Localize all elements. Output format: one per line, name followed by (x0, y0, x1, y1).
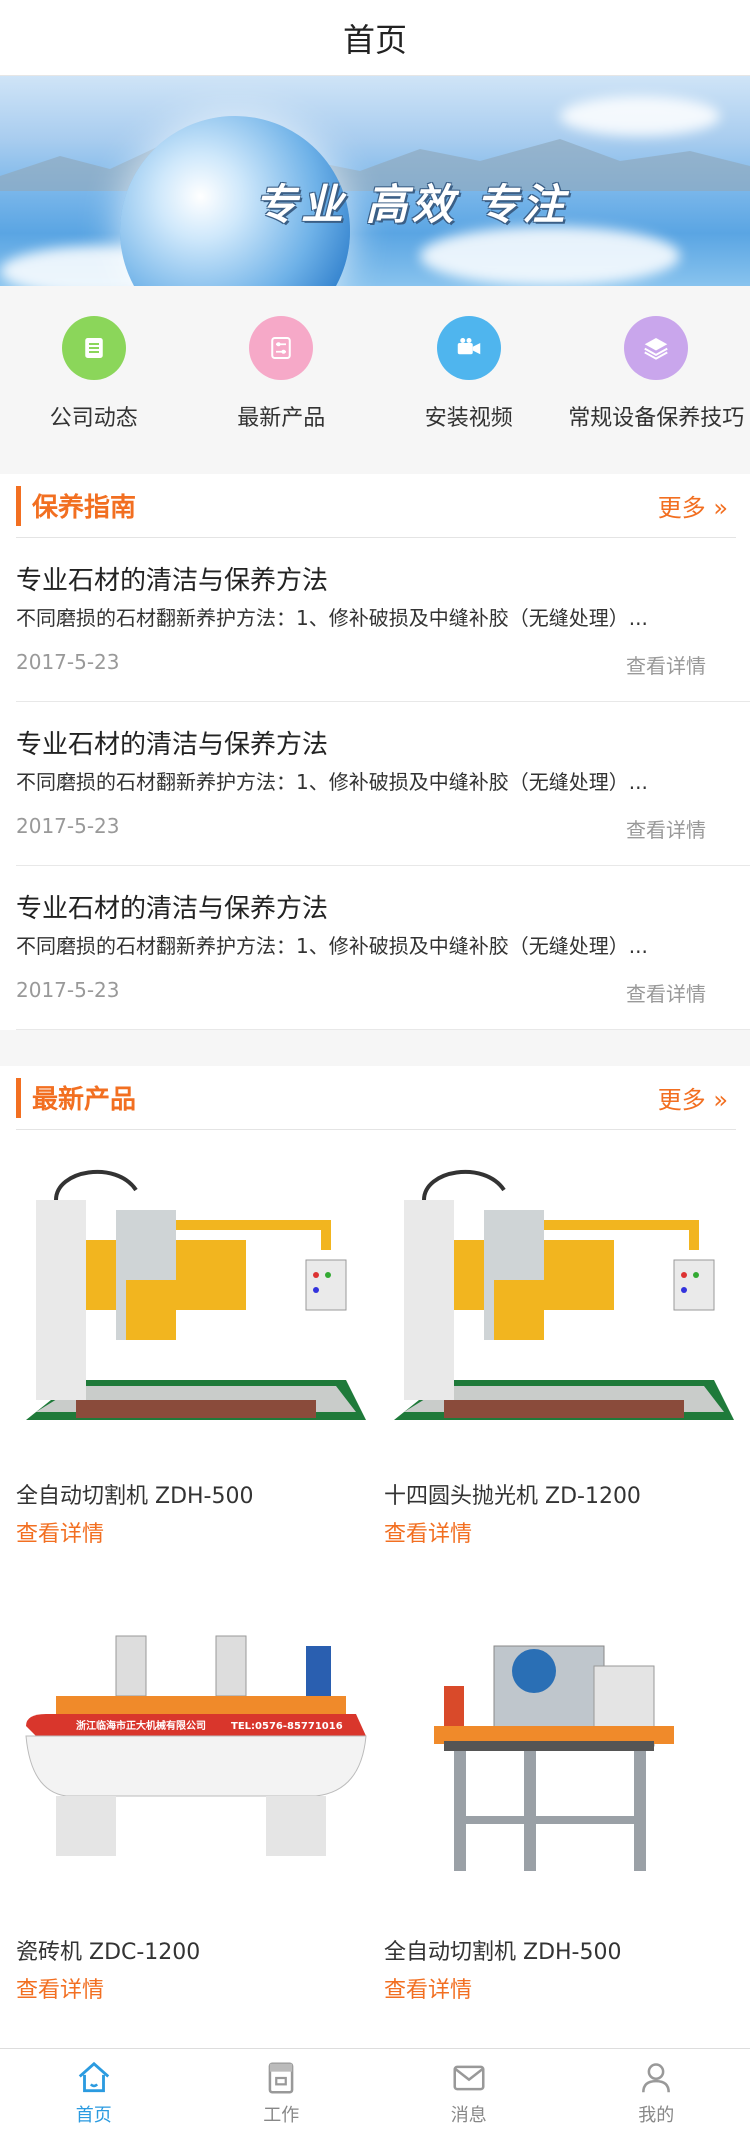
mail-icon (453, 2065, 485, 2091)
quicknav-item-maintenance[interactable]: 常规设备保养技巧 (563, 286, 750, 474)
article-detail-link[interactable]: 查看详情 (626, 650, 706, 679)
quick-nav: 公司动态 最新产品 安装视频 常规设备保养技巧 (0, 286, 750, 474)
quicknav-label: 常规设备保养技巧 (568, 406, 745, 431)
article-date: 2017-5-23 (16, 650, 120, 674)
list-icon (61, 316, 126, 380)
article-date: 2017-5-23 (16, 814, 120, 838)
top-bar: 首页 (0, 0, 750, 76)
product-card[interactable]: 全自动切割机 ZDH-500 查看详情 (384, 1606, 736, 2004)
section-title: 最新产品 (32, 1085, 137, 1115)
article-summary: 不同磨损的石材翻新养护方法：1、修补破损及中缝补胶（无缝处理）... (16, 934, 648, 958)
quicknav-label: 最新产品 (237, 406, 326, 431)
tab-label: 工作 (263, 2105, 300, 2126)
machine-plate-phone: TEL:0576-85771016 (231, 1721, 343, 1732)
clipboard-icon (268, 2062, 294, 2094)
product-detail-link[interactable]: 查看详情 (16, 1516, 368, 1548)
tab-work[interactable]: 工作 (188, 2049, 376, 2140)
product-image[interactable]: 浙江临海市正大机械有限公司 TEL:0576-85771016 (16, 1606, 368, 1926)
products-more-link[interactable]: 更多 » (658, 1080, 728, 1115)
product-image[interactable] (384, 1150, 736, 1470)
article-item[interactable]: 专业石材的清洁与保养方法 不同磨损的石材翻新养护方法：1、修补破损及中缝补胶（无… (16, 866, 750, 1030)
banner-cloud (560, 96, 720, 136)
hero-banner[interactable]: 专业 高效 专注 (0, 76, 750, 286)
article-summary: 不同磨损的石材翻新养护方法：1、修补破损及中缝补胶（无缝处理）... (16, 606, 648, 630)
article-item[interactable]: 专业石材的清洁与保养方法 不同磨损的石材翻新养护方法：1、修补破损及中缝补胶（无… (16, 538, 750, 702)
article-title: 专业石材的清洁与保养方法 (16, 566, 329, 596)
article-title: 专业石材的清洁与保养方法 (16, 894, 329, 924)
tab-label: 消息 (450, 2105, 487, 2126)
user-icon (642, 2063, 671, 2093)
article-detail-link[interactable]: 查看详情 (626, 978, 706, 1007)
article-date: 2017-5-23 (16, 978, 120, 1002)
section-accent-bar (16, 486, 21, 526)
quicknav-item-news[interactable]: 公司动态 (0, 286, 188, 474)
machine-plate-company: 浙江临海市正大机械有限公司 (76, 1719, 206, 1732)
article-detail-link[interactable]: 查看详情 (626, 814, 706, 843)
article-title: 专业石材的清洁与保养方法 (16, 730, 329, 760)
quicknav-label: 安装视频 (424, 406, 513, 431)
tab-label: 首页 (75, 2105, 112, 2126)
article-summary: 不同磨损的石材翻新养护方法：1、修补破损及中缝补胶（无缝处理）... (16, 770, 648, 794)
section-divider (0, 1030, 750, 1066)
section-accent-bar (16, 1078, 21, 1118)
quicknav-item-videos[interactable]: 安装视频 (375, 286, 563, 474)
video-camera-icon (436, 316, 501, 380)
layers-icon (624, 316, 689, 380)
quicknav-item-products[interactable]: 最新产品 (188, 286, 376, 474)
page-title: 首页 (342, 20, 407, 59)
product-name: 全自动切割机 ZDH-500 (16, 1484, 254, 1509)
products-section-header: 最新产品 更多 » (16, 1066, 736, 1130)
article-item[interactable]: 专业石材的清洁与保养方法 不同磨损的石材翻新养护方法：1、修补破损及中缝补胶（无… (16, 702, 750, 866)
tab-home[interactable]: 首页 (0, 2049, 188, 2140)
product-name: 瓷砖机 ZDC-1200 (16, 1940, 201, 1965)
product-card[interactable]: 全自动切割机 ZDH-500 查看详情 (16, 1150, 368, 1548)
sliders-icon (249, 316, 314, 380)
product-card[interactable]: 十四圆头抛光机 ZD-1200 查看详情 (384, 1150, 736, 1548)
banner-slogan: 专业 高效 专注 (255, 180, 569, 229)
guide-more-link[interactable]: 更多 » (658, 488, 728, 523)
product-detail-link[interactable]: 查看详情 (16, 1972, 368, 2004)
product-image[interactable] (16, 1150, 368, 1470)
banner-cloud (420, 226, 680, 286)
guide-section-header: 保养指南 更多 » (16, 474, 736, 538)
product-name: 全自动切割机 ZDH-500 (384, 1940, 622, 1965)
tab-profile[interactable]: 我的 (563, 2049, 750, 2140)
product-detail-link[interactable]: 查看详情 (384, 1972, 736, 2004)
product-card[interactable]: 浙江临海市正大机械有限公司 TEL:0576-85771016 瓷砖机 ZDC-… (16, 1606, 368, 2004)
product-image[interactable] (384, 1606, 736, 1926)
home-icon (78, 2061, 109, 2093)
bottom-tab-bar: 首页 工作 消息 我的 (0, 2048, 750, 2140)
product-name: 十四圆头抛光机 ZD-1200 (384, 1484, 641, 1509)
section-title: 保养指南 (32, 493, 137, 523)
quicknav-label: 公司动态 (49, 406, 138, 431)
tab-label: 我的 (638, 2105, 675, 2126)
product-detail-link[interactable]: 查看详情 (384, 1516, 736, 1548)
tab-messages[interactable]: 消息 (375, 2049, 563, 2140)
